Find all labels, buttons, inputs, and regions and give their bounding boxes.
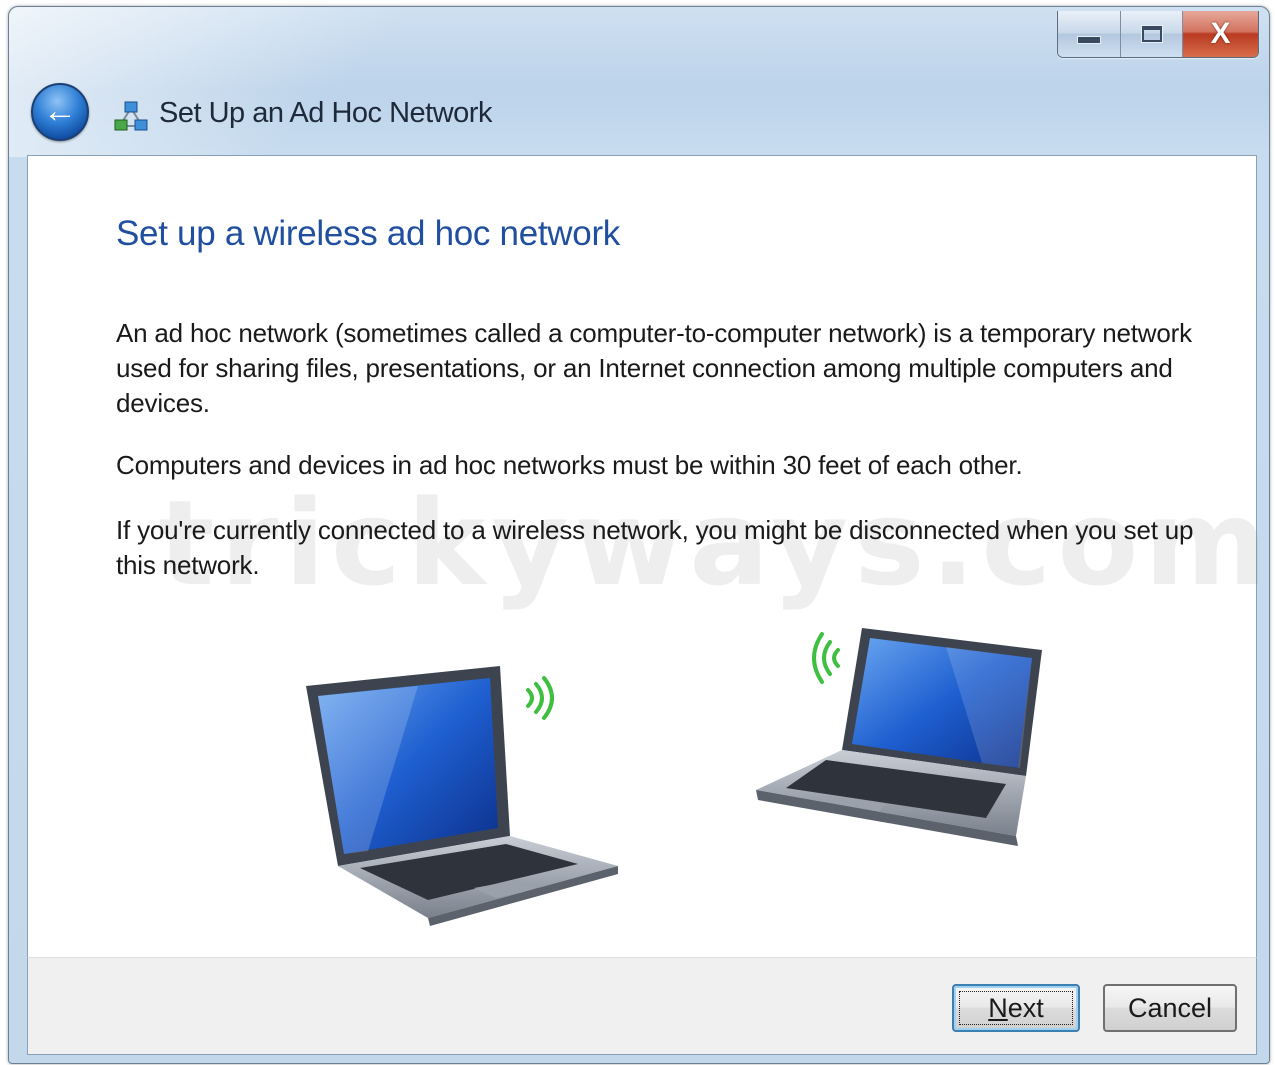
wifi-signal-icon: [812, 632, 840, 684]
laptop-icon: [306, 666, 618, 926]
wizard-window: X ← Set Up an Ad Hoc Network trickyways.…: [8, 6, 1270, 1064]
window-title: Set Up an Ad Hoc Network: [159, 97, 492, 129]
maximize-icon: [1141, 26, 1162, 42]
maximize-button[interactable]: [1120, 11, 1182, 57]
laptop-right-illustration: [756, 628, 1042, 846]
next-button[interactable]: Next: [952, 984, 1080, 1032]
focus-rectangle: [959, 991, 1073, 1025]
close-button[interactable]: X: [1182, 11, 1258, 57]
page-heading: Set up a wireless ad hoc network: [116, 214, 621, 253]
cancel-button-label: Cancel: [1127, 992, 1213, 1023]
caption-buttons: X: [1057, 11, 1259, 58]
cancel-button[interactable]: Cancel: [1103, 984, 1237, 1032]
close-icon: X: [1210, 17, 1231, 50]
laptop-icon: [756, 628, 1042, 846]
back-button[interactable]: ←: [31, 83, 89, 141]
disconnect-warning: If you're currently connected to a wirel…: [116, 515, 1194, 580]
description-paragraph: An ad hoc network (sometimes called a co…: [116, 318, 1192, 418]
back-arrow-icon: ←: [43, 91, 77, 130]
network-icon: [114, 101, 148, 131]
wifi-signal-icon: [526, 676, 554, 720]
range-note: Computers and devices in ad hoc networks…: [116, 450, 1023, 480]
wizard-content: trickyways.com Set up a wireless ad hoc …: [27, 155, 1267, 958]
laptop-left-illustration: [306, 666, 618, 926]
minimize-button[interactable]: [1058, 11, 1120, 57]
wizard-footer: Next Cancel: [27, 957, 1257, 1055]
minimize-icon: [1077, 36, 1101, 44]
